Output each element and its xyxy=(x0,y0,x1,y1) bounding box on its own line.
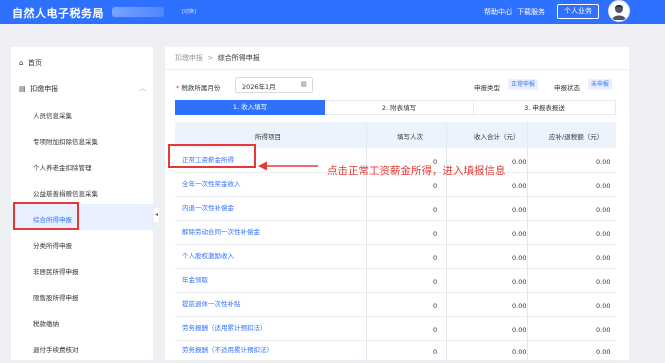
fill-count: 0 xyxy=(433,326,438,334)
sidebar-group-withholding[interactable]: ▤ 扣缴申报 xyxy=(19,84,58,94)
income-total: 0.00 xyxy=(512,230,527,238)
row-highlight-box xyxy=(168,144,256,168)
tax-amount: 0.00 xyxy=(596,348,611,356)
income-total: 0.00 xyxy=(512,302,527,310)
sidebar-highlight-box xyxy=(13,202,79,230)
tax-amount: 0.00 xyxy=(596,254,611,262)
step-income-fill[interactable]: 1. 收入填写 xyxy=(175,100,325,115)
tax-amount: 0.00 xyxy=(596,278,611,286)
sidebar-item-classified-income[interactable]: 分类所得申报 xyxy=(33,240,72,250)
income-item-link[interactable]: 个人股权激励收入 xyxy=(182,250,234,260)
annotation-arrow-icon xyxy=(258,161,318,171)
period-picker[interactable]: 2026年1月 ▦ xyxy=(235,77,313,93)
income-item-link[interactable]: 劳务报酬（不适用累计预扣法） xyxy=(182,344,273,354)
table-row: 解除劳动合同一次性补偿金 0 0.00 0.00 xyxy=(175,220,616,245)
switch-org-link[interactable]: [切换] xyxy=(182,8,196,15)
period-label: * 税款所属月份 xyxy=(176,82,220,92)
fill-count: 0 xyxy=(433,182,438,190)
income-item-link[interactable]: 内退一次性补偿金 xyxy=(182,202,234,212)
tax-amount: 0.00 xyxy=(596,302,611,310)
step-bar: 1. 收入填写 2. 附表填写 3. 申报表报送 xyxy=(175,100,616,115)
chevron-up-icon[interactable]: ︿ xyxy=(139,83,146,93)
nav-separator: | xyxy=(510,7,513,15)
tax-amount: 0.00 xyxy=(596,230,611,238)
fill-count: 0 xyxy=(433,348,438,356)
column-header: 收入合计（元） xyxy=(474,133,520,141)
column-header: 所得项目 xyxy=(255,133,281,141)
income-item-link[interactable]: 全年一次性奖金收入 xyxy=(182,178,241,188)
calendar-icon: ▦ xyxy=(300,80,307,88)
tax-amount: 0.00 xyxy=(596,326,611,334)
annotation-text: 点击正常工资薪金所得，进入填报信息 xyxy=(327,165,506,177)
income-total: 0.00 xyxy=(512,326,527,334)
income-item-link[interactable]: 劳务报酬（适用累计预扣法） xyxy=(182,322,267,332)
column-header: 应补/退税额（元） xyxy=(549,133,604,141)
table-row: 年金领取 0 0.00 0.00 xyxy=(175,268,616,293)
table-row: 内退一次性补偿金 0 0.00 0.00 xyxy=(175,196,616,221)
sidebar-item-pension[interactable]: 个人养老金扣除管理 xyxy=(33,162,92,172)
tax-amount: 0.00 xyxy=(596,158,611,166)
fill-count: 0 xyxy=(433,206,438,214)
tax-amount: 0.00 xyxy=(596,182,611,190)
fill-count: 0 xyxy=(433,302,438,310)
table-row: 劳务报酬（不适用累计预扣法） 0 0.00 0.00 xyxy=(175,338,616,363)
personal-business-button[interactable]: 个人业务 xyxy=(557,4,599,19)
income-total: 0.00 xyxy=(512,158,527,166)
help-center-link[interactable]: 帮助中心 xyxy=(484,7,512,17)
sidebar-item-charity[interactable]: 公益慈善捐赠信息采集 xyxy=(33,188,98,198)
sidebar-group-label: 扣缴申报 xyxy=(30,85,59,93)
income-total: 0.00 xyxy=(512,254,527,262)
breadcrumb-item[interactable]: 扣缴申报 xyxy=(175,54,203,62)
required-mark: * xyxy=(176,84,180,92)
sidebar-item-tax-payment[interactable]: 税款缴纳 xyxy=(33,318,59,328)
income-item-link[interactable]: 解除劳动合同一次性补偿金 xyxy=(182,226,260,236)
income-item-link[interactable]: 年金领取 xyxy=(182,274,208,284)
sidebar-collapse-toggle[interactable]: ◂ xyxy=(154,208,159,222)
divider xyxy=(165,69,629,70)
sidebar-item-restricted-shares[interactable]: 限售股所得申报 xyxy=(33,292,79,302)
sidebar-item-home[interactable]: ⌂ 首页 xyxy=(19,58,42,68)
declare-type-badge: 正常申报 xyxy=(508,79,539,90)
breadcrumb: 扣缴申报 > 综合所得申报 xyxy=(175,53,260,63)
sidebar-item-nonresident-income[interactable]: 非居民所得申报 xyxy=(33,266,79,276)
sidebar-item-person-info[interactable]: 人员信息采集 xyxy=(33,110,72,120)
org-name-redacted xyxy=(112,7,164,17)
column-header: 填写人次 xyxy=(397,133,423,141)
sidebar-item-label: 首页 xyxy=(27,59,42,67)
income-total: 0.00 xyxy=(512,278,527,286)
home-icon: ⌂ xyxy=(19,59,24,67)
sidebar-item-refund-fee[interactable]: 退付手续费核对 xyxy=(33,344,79,354)
declare-type-label: 申报类型 xyxy=(474,84,500,92)
user-avatar-icon xyxy=(612,5,626,20)
top-header: 自然人电子税务局 [切换] 帮助中心 | 下载服务 个人业务 xyxy=(0,0,665,24)
table-row: 提前退休一次性补贴 0 0.00 0.00 xyxy=(175,292,616,317)
fill-count: 0 xyxy=(433,254,438,262)
table-row: 个人股权激励收入 0 0.00 0.00 xyxy=(175,244,616,269)
fill-count: 0 xyxy=(433,230,438,238)
sidebar-item-special-deduction[interactable]: 专项附加扣除信息采集 xyxy=(33,136,98,146)
period-label-text: 税款所属月份 xyxy=(181,84,221,92)
document-icon: ▤ xyxy=(19,85,26,93)
chevron-left-icon: ◂ xyxy=(154,211,158,218)
download-service-link[interactable]: 下载服务 xyxy=(517,7,545,17)
user-avatar[interactable] xyxy=(608,0,630,22)
tax-amount: 0.00 xyxy=(596,206,611,214)
breadcrumb-separator: > xyxy=(207,54,214,62)
breadcrumb-current: 综合所得申报 xyxy=(217,54,260,62)
income-item-link[interactable]: 提前退休一次性补贴 xyxy=(182,298,241,308)
site-title: 自然人电子税务局 xyxy=(12,7,104,20)
main-panel: 扣缴申报 > 综合所得申报 * 税款所属月份 2026年1月 ▦ 申报类型 正常… xyxy=(165,47,629,363)
step-attachment-fill[interactable]: 2. 附表填写 xyxy=(325,100,473,115)
declare-status-label: 申报状态 xyxy=(554,84,580,92)
step-submit[interactable]: 3. 申报表报送 xyxy=(473,100,616,115)
declare-status-badge: 未申报 xyxy=(588,79,613,90)
income-total: 0.00 xyxy=(512,348,527,356)
income-total: 0.00 xyxy=(512,182,527,190)
fill-count: 0 xyxy=(433,278,438,286)
period-value: 2026年1月 xyxy=(242,83,276,91)
income-total: 0.00 xyxy=(512,206,527,214)
